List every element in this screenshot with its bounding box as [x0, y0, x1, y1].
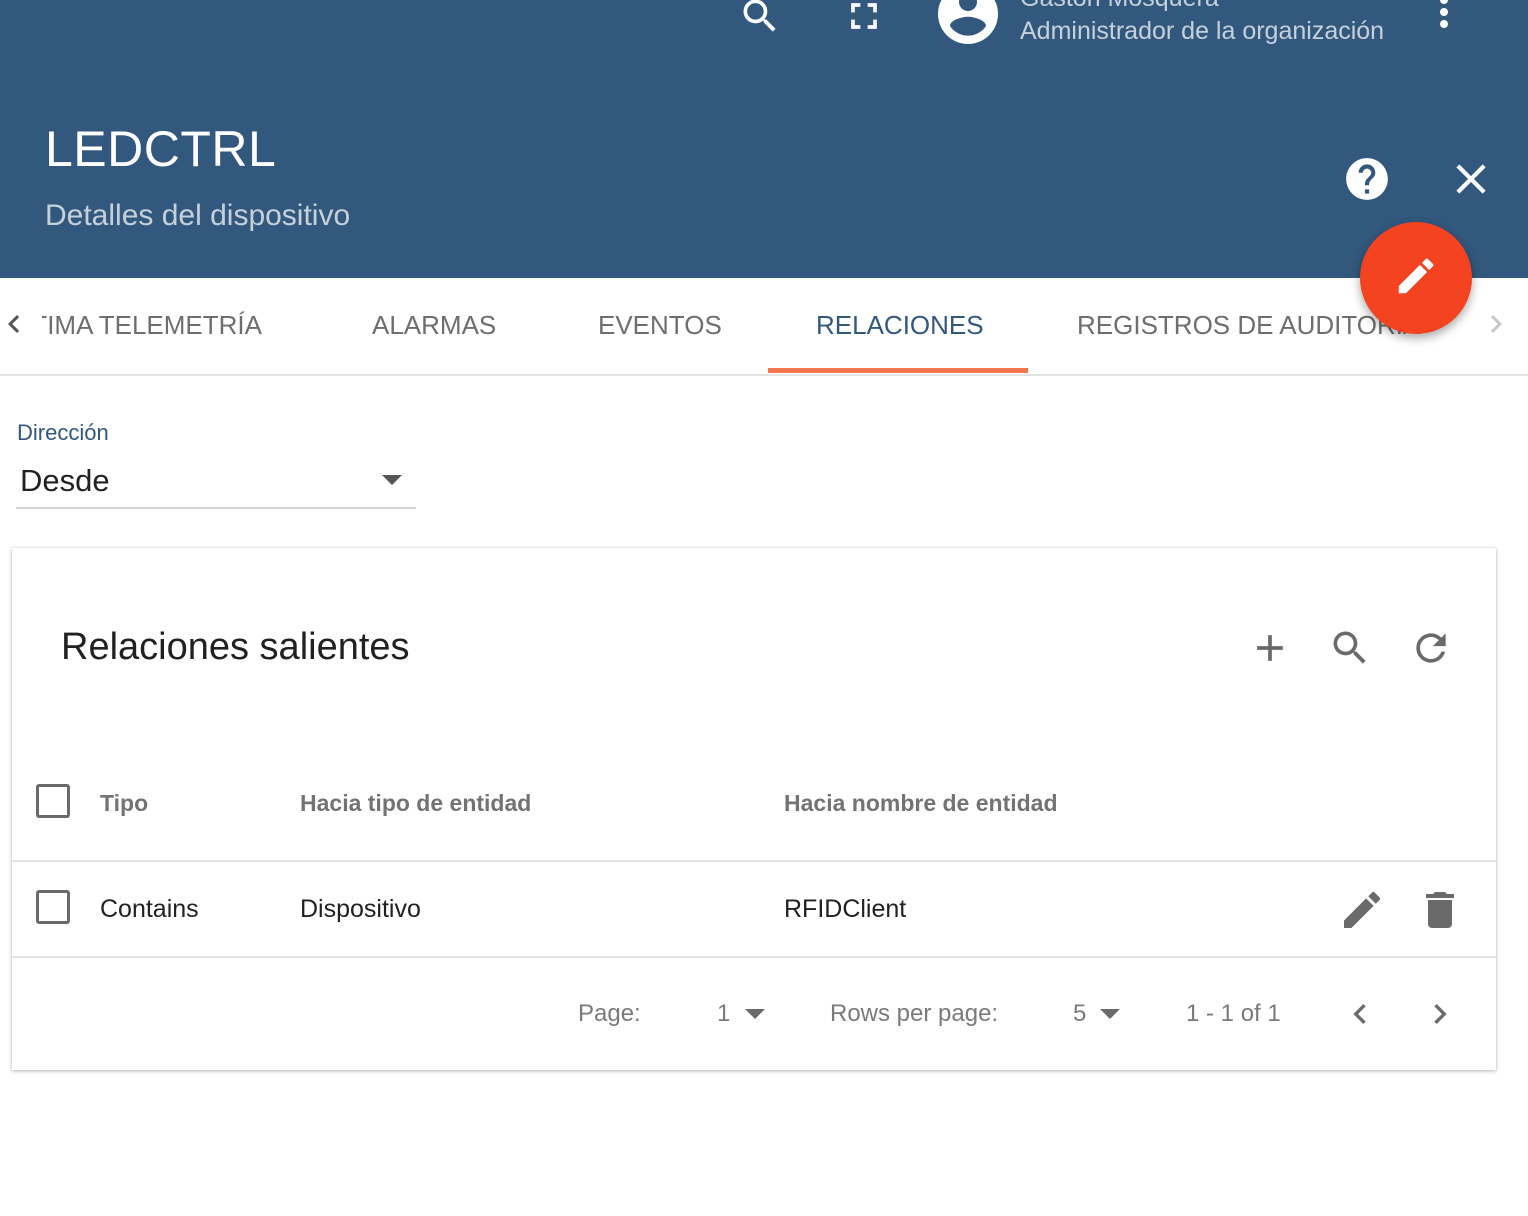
page-subtitle: Detalles del dispositivo — [45, 199, 351, 232]
user-role: Administrador de la organización — [1020, 17, 1385, 45]
edit-icon — [1393, 253, 1439, 304]
direction-label: Dirección — [17, 420, 109, 445]
delete-icon[interactable] — [1416, 886, 1464, 939]
tab-relations[interactable]: RELACIONES — [816, 310, 984, 341]
chevron-right-icon[interactable] — [1478, 306, 1514, 347]
refresh-icon[interactable] — [1409, 626, 1453, 675]
rows-per-page-label: Rows per page: — [830, 1000, 999, 1027]
more-vert-icon[interactable] — [1420, 0, 1468, 41]
active-tab-indicator — [768, 368, 1028, 373]
direction-select[interactable]: Desde — [16, 455, 416, 509]
column-header-entity-name[interactable]: Hacia nombre de entidad — [784, 790, 1058, 817]
column-header-entity-type[interactable]: Hacia tipo de entidad — [300, 790, 531, 817]
search-icon[interactable] — [1328, 626, 1372, 675]
page-title: LEDCTRL — [45, 121, 277, 177]
direction-value: Desde — [20, 463, 110, 498]
search-icon[interactable] — [738, 0, 782, 43]
page-select-value[interactable]: 1 — [717, 1000, 730, 1028]
close-icon[interactable] — [1446, 154, 1496, 209]
tab-events[interactable]: EVENTOS — [598, 310, 722, 341]
pagination-range: 1 - 1 of 1 — [1186, 1000, 1281, 1027]
page-label: Page: — [578, 1000, 641, 1027]
divider — [12, 956, 1496, 958]
tab-telemetry-clip: ÚLTIMA TELEMETRÍA — [42, 278, 312, 374]
account-icon[interactable] — [932, 0, 1004, 55]
page-header: Gaston Mosquera Administrador de la orga… — [0, 0, 1528, 278]
rows-select-arrow-icon[interactable] — [1100, 1009, 1120, 1019]
add-icon[interactable] — [1248, 626, 1292, 675]
edit-icon[interactable] — [1338, 886, 1386, 939]
tab-audit-logs[interactable]: REGISTROS DE AUDITORÍA — [1077, 310, 1420, 341]
cell-entity-name: RFIDClient — [784, 895, 907, 923]
card-title: Relaciones salientes — [61, 626, 410, 668]
select-all-checkbox[interactable] — [36, 784, 70, 818]
dropdown-arrow-icon — [382, 475, 402, 485]
tab-bar: ÚLTIMA TELEMETRÍA ALARMAS EVENTOS RELACI… — [0, 278, 1528, 376]
user-name: Gaston Mosquera — [1020, 0, 1219, 13]
column-header-tipo[interactable]: Tipo — [100, 790, 148, 817]
chevron-left-icon[interactable] — [1340, 994, 1380, 1039]
chevron-left-icon[interactable] — [0, 306, 32, 347]
relations-card: Relaciones salientes Tipo Hacia tipo de … — [12, 548, 1496, 1070]
help-icon[interactable] — [1342, 154, 1392, 209]
cell-entity-type: Dispositivo — [300, 895, 421, 923]
page-select-arrow-icon[interactable] — [745, 1009, 765, 1019]
chevron-right-icon[interactable] — [1420, 994, 1460, 1039]
tab-alarms[interactable]: ALARMAS — [372, 310, 496, 341]
row-checkbox[interactable] — [36, 890, 70, 924]
table-row[interactable]: Contains Dispositivo RFIDClient — [12, 862, 1496, 956]
edit-fab-button[interactable] — [1360, 222, 1472, 334]
rows-per-page-value[interactable]: 5 — [1073, 1000, 1086, 1028]
tab-latest-telemetry[interactable]: ÚLTIMA TELEMETRÍA — [42, 310, 262, 341]
cell-tipo: Contains — [100, 895, 199, 923]
fullscreen-icon[interactable] — [842, 0, 886, 43]
